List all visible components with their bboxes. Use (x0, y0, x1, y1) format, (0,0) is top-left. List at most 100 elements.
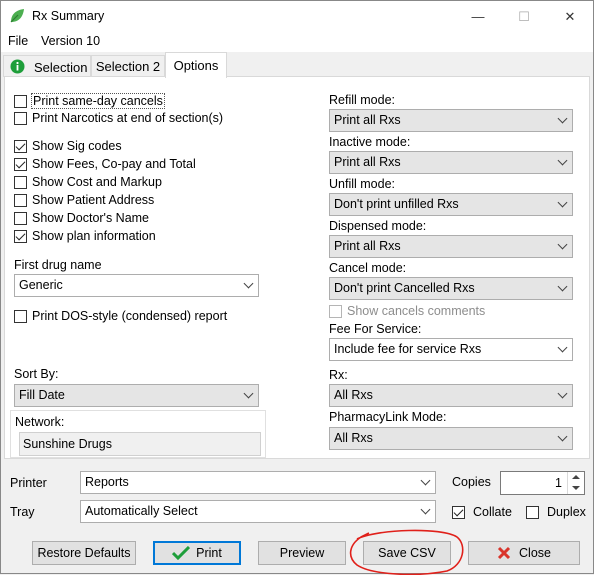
select-value: Print all Rxs (334, 239, 401, 253)
minimize-button[interactable]: — (455, 1, 501, 32)
show-cancels-comments-checkbox[interactable]: Show cancels comments (329, 303, 485, 319)
checkbox-label: Print Narcotics at end of section(s) (32, 111, 224, 125)
maximize-button[interactable]: ☐ (501, 1, 547, 32)
checkbox-box[interactable] (14, 94, 27, 108)
checkbox-box[interactable] (14, 139, 27, 153)
printer-select[interactable]: Reports (80, 471, 436, 494)
tray-label: Tray (10, 505, 35, 519)
rx-select[interactable]: All Rxs (329, 384, 573, 407)
show-patient-address-checkbox[interactable]: Show Patient Address (14, 192, 154, 208)
first-drug-name-select[interactable]: Generic (14, 274, 259, 297)
refill-mode-label: Refill mode: (329, 93, 395, 107)
print-narcotics-checkbox[interactable]: Print Narcotics at end of section(s) (14, 110, 223, 126)
restore-defaults-button[interactable]: Restore Defaults (32, 541, 136, 565)
checkbox-box[interactable] (14, 211, 27, 225)
select-value: Include fee for service Rxs (334, 342, 482, 356)
select-value: Don't print unfilled Rxs (334, 197, 459, 211)
checkbox-box[interactable] (526, 505, 539, 519)
checkbox-box[interactable] (329, 304, 342, 318)
checkmark-icon (172, 546, 191, 560)
pharmacylink-mode-select[interactable]: All Rxs (329, 427, 573, 450)
chevron-down-icon (557, 388, 568, 399)
show-fees-checkbox[interactable]: Show Fees, Co-pay and Total (14, 156, 196, 172)
copies-spinner[interactable]: 1 (500, 471, 585, 495)
select-value: All Rxs (334, 388, 373, 402)
network-value: Sunshine Drugs (19, 432, 261, 456)
button-label: Restore Defaults (37, 546, 131, 560)
checkbox-box[interactable] (14, 229, 27, 243)
duplex-checkbox[interactable]: Duplex (526, 504, 586, 520)
menu-bar: File Version 10 (1, 32, 593, 52)
checkbox-box[interactable] (14, 111, 27, 125)
select-value: Print all Rxs (334, 113, 401, 127)
tab-options-label: Options (173, 58, 219, 73)
checkbox-label: Show Patient Address (32, 193, 155, 207)
sort-by-select[interactable]: Fill Date (14, 384, 259, 407)
select-value: Automatically Select (85, 504, 198, 518)
refill-mode-select[interactable]: Print all Rxs (329, 109, 573, 132)
show-cost-checkbox[interactable]: Show Cost and Markup (14, 174, 162, 190)
cancel-mode-select[interactable]: Don't print Cancelled Rxs (329, 277, 573, 300)
tab-selection-2[interactable]: Selection 2 (91, 55, 165, 77)
select-value: Print all Rxs (334, 155, 401, 169)
tab-selection[interactable]: Selection (3, 55, 91, 77)
window-title: Rx Summary (32, 9, 105, 23)
printer-label: Printer (10, 476, 47, 490)
collate-checkbox[interactable]: Collate (452, 504, 512, 520)
chevron-down-icon (420, 504, 431, 515)
copies-spin-buttons[interactable] (567, 472, 584, 494)
tray-select[interactable]: Automatically Select (80, 500, 436, 523)
checkbox-label: Show cancels comments (347, 304, 486, 318)
close-window-button[interactable]: ✕ (547, 1, 593, 32)
chevron-down-icon (557, 342, 568, 353)
cancel-mode-label: Cancel mode: (329, 261, 407, 275)
select-value: Fill Date (19, 388, 65, 402)
menu-version[interactable]: Version 10 (41, 34, 100, 48)
button-label: Close (519, 546, 551, 560)
show-plan-info-checkbox[interactable]: Show plan information (14, 228, 156, 244)
preview-button[interactable]: Preview (258, 541, 346, 565)
spin-down-icon[interactable] (572, 486, 580, 490)
checkbox-label: Print same-day cancels (31, 93, 165, 109)
rx-summary-window: Rx Summary — ☐ ✕ File Version 10 Selecti… (0, 0, 594, 575)
inactive-mode-select[interactable]: Print all Rxs (329, 151, 573, 174)
copies-label: Copies (452, 475, 491, 489)
tab-selection-2-label: Selection 2 (95, 59, 161, 74)
checkbox-box[interactable] (14, 175, 27, 189)
chevron-down-icon (243, 388, 254, 399)
show-doctor-name-checkbox[interactable]: Show Doctor's Name (14, 210, 149, 226)
print-same-day-cancels-checkbox[interactable]: Print same-day cancels (14, 93, 165, 109)
chevron-down-icon (420, 475, 431, 486)
inactive-mode-label: Inactive mode: (329, 135, 411, 149)
tab-strip: Selection Selection 2 Options (1, 52, 593, 78)
menu-file[interactable]: File (8, 34, 28, 48)
spin-up-icon[interactable] (572, 475, 580, 479)
pharmacylink-mode-label: PharmacyLink Mode: (329, 410, 447, 424)
copies-value: 1 (555, 476, 562, 490)
leaf-icon (10, 9, 24, 23)
close-button[interactable]: Close (468, 541, 580, 565)
fee-for-service-label: Fee For Service: (329, 322, 422, 336)
checkbox-box[interactable] (14, 157, 27, 171)
dispensed-mode-select[interactable]: Print all Rxs (329, 235, 573, 258)
select-value: All Rxs (334, 431, 373, 445)
tab-options[interactable]: Options (165, 52, 227, 78)
print-button[interactable]: Print (153, 541, 241, 565)
chevron-down-icon (557, 155, 568, 166)
select-value: Don't print Cancelled Rxs (334, 281, 475, 295)
print-dos-checkbox[interactable]: Print DOS-style (condensed) report (14, 308, 227, 324)
checkbox-label: Show plan information (32, 229, 156, 243)
info-icon (10, 59, 25, 74)
select-value: Generic (19, 278, 63, 292)
chevron-down-icon (557, 197, 568, 208)
chevron-down-icon (557, 239, 568, 250)
first-drug-name-label: First drug name (14, 258, 102, 272)
checkbox-box[interactable] (14, 309, 27, 323)
chevron-down-icon (243, 278, 254, 289)
checkbox-label: Print DOS-style (condensed) report (32, 309, 228, 323)
checkbox-box[interactable] (14, 193, 27, 207)
fee-for-service-select[interactable]: Include fee for service Rxs (329, 338, 573, 361)
unfill-mode-select[interactable]: Don't print unfilled Rxs (329, 193, 573, 216)
checkbox-box[interactable] (452, 505, 465, 519)
show-sig-codes-checkbox[interactable]: Show Sig codes (14, 138, 122, 154)
